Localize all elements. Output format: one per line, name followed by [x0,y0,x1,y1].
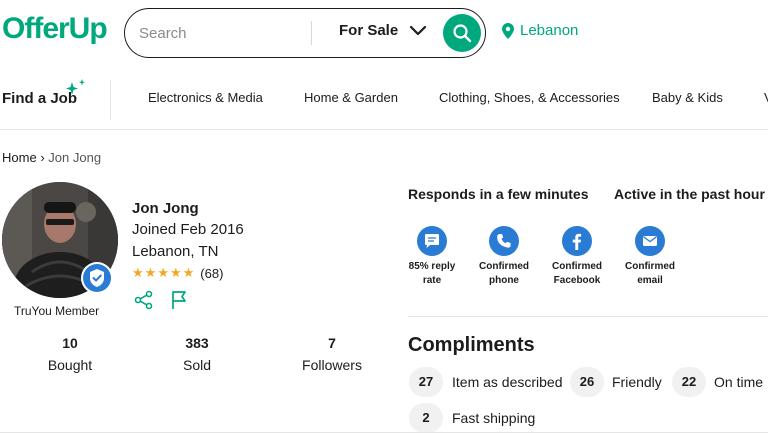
email-icon [635,226,665,256]
category-home-garden[interactable]: Home & Garden [304,90,398,105]
badge-phone: Confirmed phone [472,226,536,288]
star-icon: ★ [132,265,144,280]
badge-email-line2: email [637,275,663,286]
breadcrumb-home[interactable]: Home [2,150,37,165]
flag-icon[interactable] [170,290,188,310]
compliment-label: Fast shipping [452,410,536,426]
compliment-count: 27 [409,367,443,397]
profile-name: Jon Jong [132,200,199,217]
breadcrumb-current: Jon Jong [48,150,102,165]
compliment-count: 2 [409,403,443,433]
compliment-count: 22 [672,367,706,397]
badge-phone-line2: phone [489,275,519,286]
stat-sold-label: Sold [182,357,212,373]
star-icon: ★ [144,265,157,280]
star-icon: ★ [182,265,195,280]
badge-reply-line2: rate [422,275,442,286]
search-button[interactable] [443,14,481,52]
responds-status: Responds in a few minutes [408,186,589,202]
phone-icon [489,226,519,256]
badge-reply-line1: 85% reply [408,261,456,272]
search-input[interactable] [139,19,309,47]
profile-location: Lebanon, TN [132,243,219,260]
star-icon: ★ [157,265,169,280]
stat-followers-value[interactable]: 7 [292,335,372,351]
active-status: Active in the past hour [614,186,765,202]
category-truncated[interactable]: V [764,90,768,105]
header: OfferUp For Sale Lebanon [0,0,768,66]
section-divider [408,316,768,317]
location-selector[interactable]: Lebanon [502,22,578,39]
rating-count: (68) [200,265,224,281]
category-divider [110,80,111,120]
star-icon: ★ [169,265,182,280]
badge-reply-rate: 85% reply rate [400,226,464,288]
bottom-divider [0,432,768,433]
search-bar: For Sale [124,8,486,58]
compliment-label: On time [714,374,764,390]
search-icon [453,24,472,43]
share-icon[interactable] [134,290,154,310]
compliment-label: Item as described [452,374,563,390]
truyou-member-label: TruYou Member [14,304,100,318]
badge-facebook-line2: Facebook [553,275,601,286]
stat-bought-value: 10 [62,335,78,351]
chevron-down-icon[interactable] [409,25,427,37]
breadcrumb-separator: › [40,150,45,165]
truyou-badge [81,262,113,294]
category-baby-kids[interactable]: Baby & Kids [652,90,723,105]
badge-phone-line1: Confirmed [479,261,529,272]
compliments-title: Compliments [408,334,535,356]
profile-joined: Joined Feb 2016 [132,221,244,238]
stat-followers-label[interactable]: Followers [292,357,372,373]
badge-facebook: Confirmed Facebook [545,226,609,288]
badge-email: Confirmed email [618,226,682,288]
offerup-logo[interactable]: OfferUp [2,12,108,46]
badge-email-line1: Confirmed [625,261,675,272]
stat-bought-label: Bought [47,357,93,373]
location-label: Lebanon [520,22,579,39]
breadcrumb: Home › Jon Jong [2,150,101,165]
stat-sold-value: 383 [185,335,209,351]
sparkle-icon [66,79,85,95]
sale-filter-select[interactable]: For Sale [339,22,398,39]
category-electronics[interactable]: Electronics & Media [148,90,263,105]
chat-bubble-icon [417,226,447,256]
search-divider [311,21,312,45]
rating[interactable]: ★ ★ ★ ★ ★ (68) [132,265,223,281]
category-nav: Find a Job Electronics & Media Home & Ga… [0,66,768,130]
facebook-icon [562,226,592,256]
location-pin-icon [502,22,514,39]
compliment-count: 26 [570,367,604,397]
badge-facebook-line1: Confirmed [552,261,602,272]
verified-shield-icon [83,264,111,292]
category-clothing[interactable]: Clothing, Shoes, & Accessories [439,90,620,105]
compliment-label: Friendly [612,374,662,390]
